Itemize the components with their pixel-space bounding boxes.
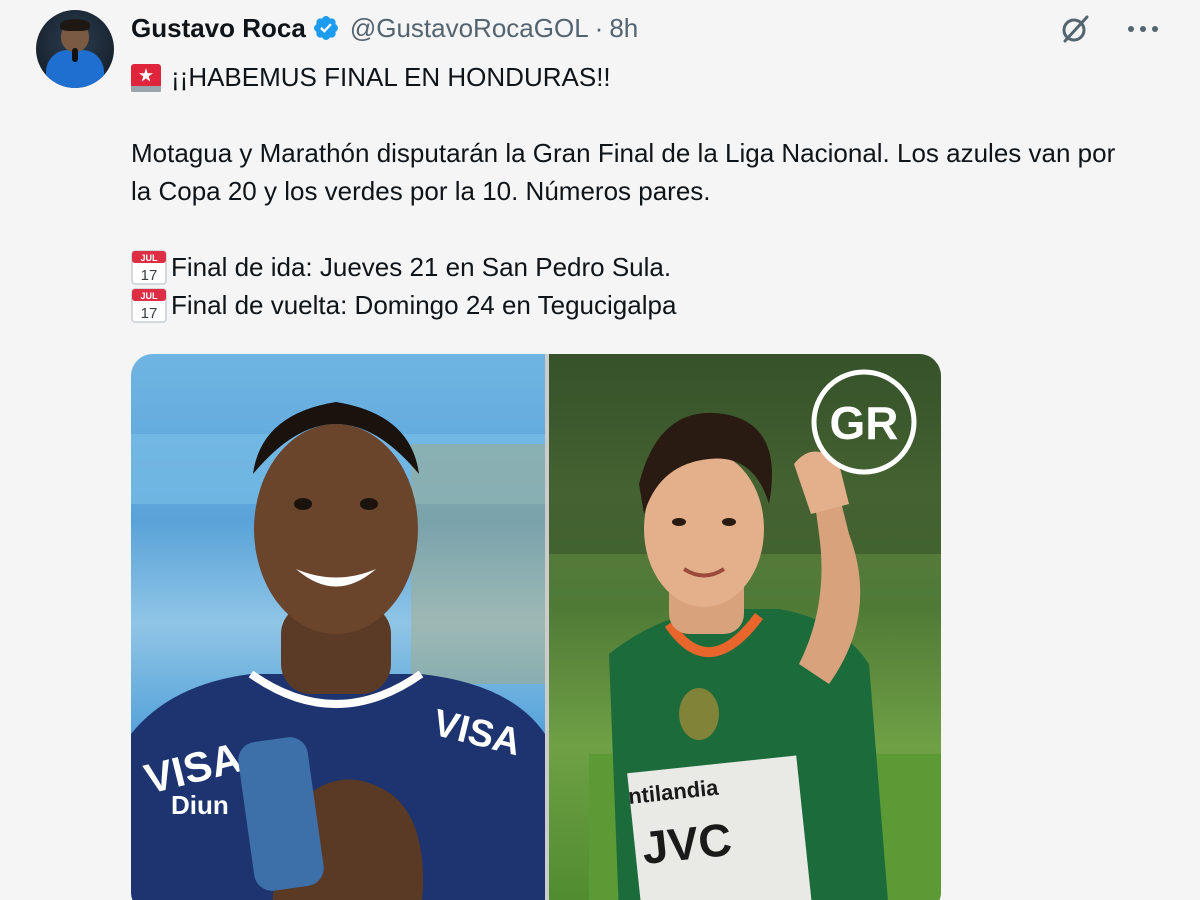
photo-motagua-player: VISA VISA Diun bbox=[131, 354, 545, 900]
schedule-line-1: JUL 17 Final de ida: Jueves 21 en San Pe… bbox=[131, 248, 1141, 286]
tweet-media-image[interactable]: VISA VISA Diun ntilandia JVC GR bbox=[131, 354, 941, 900]
more-icon[interactable] bbox=[1126, 12, 1160, 46]
avatar-microphone bbox=[72, 48, 78, 62]
svg-text:JUL: JUL bbox=[140, 253, 158, 263]
svg-text:17: 17 bbox=[141, 267, 158, 284]
headline-text: ¡¡HABEMUS FINAL EN HONDURAS!! bbox=[171, 62, 611, 92]
grok-icon[interactable] bbox=[1058, 12, 1092, 46]
schedule-text-1: Final de ida: Jueves 21 en San Pedro Sul… bbox=[171, 252, 672, 282]
body-paragraph: Motagua y Marathón disputarán la Gran Fi… bbox=[131, 138, 1116, 206]
separator-dot: · bbox=[594, 12, 604, 43]
author-handle[interactable]: @GustavoRocaGOL bbox=[350, 13, 589, 44]
tweet-card: Gustavo Roca @GustavoRocaGOL · 8h ¡¡HABE… bbox=[0, 0, 1200, 900]
svg-text:Diun: Diun bbox=[171, 790, 229, 820]
calendar-icon: JUL 17 bbox=[131, 287, 167, 323]
schedule-text-2: Final de vuelta: Domingo 24 en Tegucigal… bbox=[171, 290, 677, 320]
verified-badge-icon[interactable] bbox=[312, 14, 340, 42]
svg-text:GR: GR bbox=[830, 397, 899, 449]
tweet-header: Gustavo Roca @GustavoRocaGOL · 8h bbox=[131, 11, 638, 45]
svg-text:JUL: JUL bbox=[140, 291, 158, 301]
tweet-actions-top bbox=[1058, 12, 1160, 46]
svg-text:JVC: JVC bbox=[640, 813, 734, 874]
avatar-hair bbox=[60, 19, 90, 31]
headline-line: ¡¡HABEMUS FINAL EN HONDURAS!! bbox=[131, 58, 1141, 96]
avatar[interactable] bbox=[36, 10, 114, 88]
calendar-icon: JUL 17 bbox=[131, 249, 167, 285]
author-name[interactable]: Gustavo Roca bbox=[131, 13, 306, 44]
siren-icon bbox=[131, 62, 161, 92]
tweet-text: ¡¡HABEMUS FINAL EN HONDURAS!! Motagua y … bbox=[131, 58, 1141, 324]
gr-watermark-logo: GR bbox=[811, 369, 917, 475]
schedule-line-2: JUL 17 Final de vuelta: Domingo 24 en Te… bbox=[131, 286, 1141, 324]
svg-text:17: 17 bbox=[141, 305, 158, 322]
tweet-time[interactable]: 8h bbox=[609, 13, 638, 44]
